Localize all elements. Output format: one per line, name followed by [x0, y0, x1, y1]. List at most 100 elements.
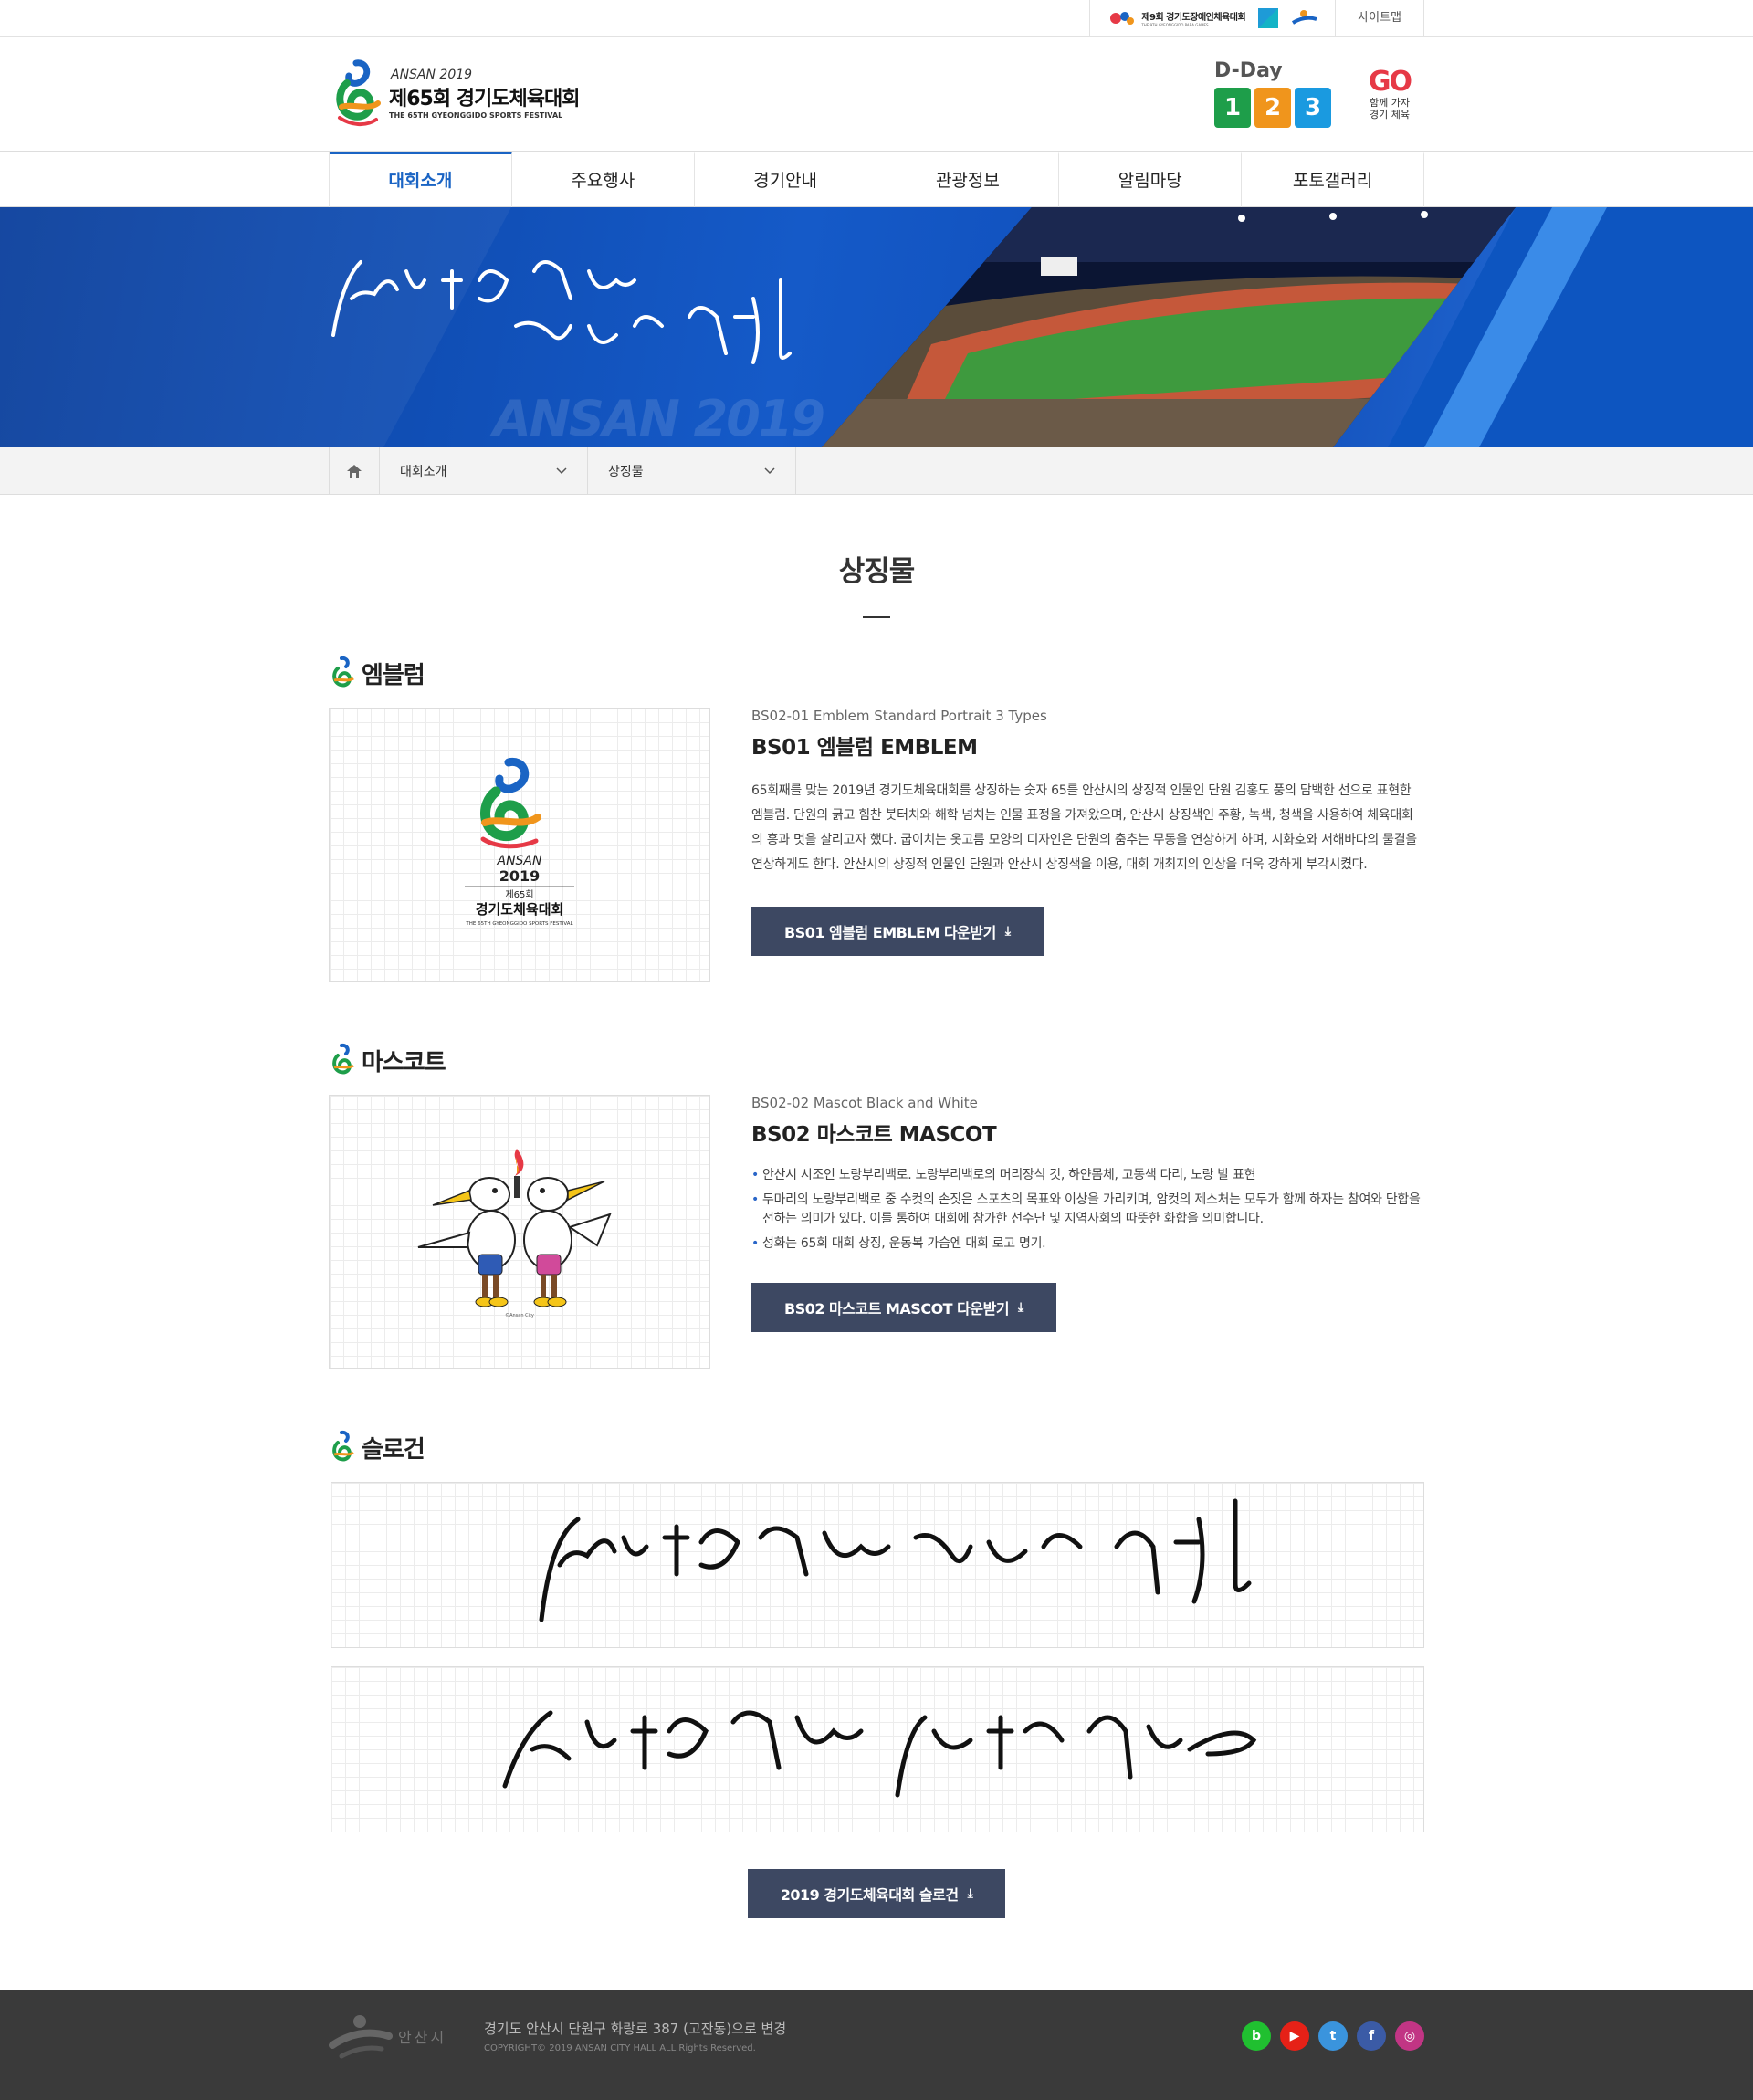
home-button[interactable]: [329, 447, 380, 495]
footer-logo: 안산시: [329, 2009, 484, 2063]
main-navigation: 대회소개 주요행사 경기안내 관광정보 알림마당 포토갤러리: [0, 151, 1753, 207]
emblem-bullet-icon: [332, 656, 354, 688]
brand-title: 제65회 경기도체육대회: [389, 88, 580, 110]
para-games-sub: THE 9TH GYEONGGIDO PARA GAMES: [1141, 23, 1209, 27]
home-icon: [347, 465, 362, 478]
mascot-caption: ©Ansan City: [505, 1312, 534, 1318]
gyeonggi-logo-icon[interactable]: [1254, 6, 1282, 30]
depth2-select[interactable]: 상징물: [588, 447, 796, 495]
slogan-calligraphy-1: [539, 1498, 1252, 1622]
d-day-digit: 1: [1214, 88, 1251, 128]
slogan-bullet-icon: [332, 1430, 354, 1462]
depth1-select[interactable]: 대회소개: [380, 447, 588, 495]
slogan-download-button[interactable]: 2019 경기도체육대회 슬로건 ⤓: [747, 1869, 1006, 1918]
mascot-item: ©Ansan City BS02-02 Mascot Black and Whi…: [329, 1095, 1424, 1369]
chevron-down-icon: [764, 467, 775, 475]
gnb-item[interactable]: 알림마당: [1059, 152, 1243, 207]
d-day-digit: 2: [1254, 88, 1291, 128]
mascot-description-item: 안산시 시조인 노랑부리백로. 노랑부리백로의 머리장식 깃, 하얀몸체, 고동…: [751, 1166, 1424, 1185]
gnb-item[interactable]: 관광정보: [876, 152, 1060, 207]
festival-emblem-icon: [336, 58, 381, 126]
footer-copyright: COPYRIGHT© 2019 ANSAN CITY HALL ALL Righ…: [484, 2043, 756, 2053]
emblem-year-text: 2019: [499, 867, 541, 885]
ansan-city-logo-icon[interactable]: [1291, 6, 1318, 30]
banner-slogan-calligraphy: [331, 260, 792, 364]
brand-ansan-label: ANSAN 2019: [391, 68, 473, 82]
slogan-image-1: [331, 1482, 1424, 1648]
sns-links: b ▶ t f ◎: [1242, 2021, 1424, 2051]
ansan-city-logo-icon: [329, 2015, 393, 2059]
stadium-photo: [822, 207, 1516, 447]
depth2-label: 상징물: [608, 465, 644, 479]
brand-subtitle: THE 65TH GYEONGGIDO SPORTS FESTIVAL: [389, 111, 563, 120]
sitemap-link[interactable]: 사이트맵: [1335, 0, 1424, 37]
slogan-section-heading: 슬로건: [329, 1429, 1424, 1465]
emblem-description: 65회째를 맞는 2019년 경기도체육대회를 상징하는 숫자 65를 안산시의…: [751, 783, 1417, 872]
instagram-icon[interactable]: ◎: [1395, 2021, 1424, 2051]
footer-logo-text: 안산시: [398, 2029, 447, 2046]
youtube-icon[interactable]: ▶: [1280, 2021, 1309, 2051]
utility-bar: 제9회 경기도장애인체육대회 THE 9TH GYEONGGIDO PARA G…: [0, 0, 1753, 37]
download-icon: ⤓: [1004, 924, 1011, 939]
mascot-description-list: 안산시 시조인 노랑부리백로. 노랑부리백로의 머리장식 깃, 하얀몸체, 고동…: [751, 1166, 1424, 1254]
emblem-artwork: ANSAN 2019 제65회 경기도체육대회 THE 65TH GYEONGG…: [465, 757, 574, 927]
gnb-item[interactable]: 경기안내: [695, 152, 877, 207]
emblem-ansan-text: ANSAN: [497, 854, 543, 868]
page-title: 상징물: [838, 555, 916, 588]
mascot-section-heading: 마스코트: [329, 1042, 1424, 1078]
mascot-download-label: BS02 마스코트 MASCOT 다운받기: [784, 1300, 1010, 1318]
download-icon: ⤓: [967, 1886, 973, 1901]
location-bar: 대회소개 상징물: [0, 447, 1753, 495]
d-day-label: D-Day: [1214, 59, 1283, 82]
download-icon: ⤓: [1018, 1300, 1023, 1315]
emblem-download-label: BS01 엠블럼 EMBLEM 다운받기: [784, 924, 996, 941]
slogan-heading: 슬로건: [362, 1435, 425, 1464]
site-header: ANSAN 2019 제65회 경기도체육대회 THE 65TH GYEONGG…: [0, 37, 1753, 151]
mascot-image: ©Ansan City: [329, 1095, 710, 1369]
emblem-times-text: 제65회: [505, 889, 533, 900]
emblem-title-text: 경기도체육대회: [476, 901, 564, 918]
emblem-sub-text: THE 65TH GYEONGGIDO SPORTS FESTIVAL: [465, 921, 573, 927]
chevron-down-icon: [556, 467, 567, 475]
mascot-code: BS02-02 Mascot Black and White: [751, 1095, 978, 1111]
blog-icon[interactable]: b: [1242, 2021, 1271, 2051]
mascot-description-item: 두마리의 노랑부리백로 중 수컷의 손짓은 스포츠의 목표와 이상을 가리키며,…: [751, 1191, 1424, 1229]
mascot-bullet-icon: [332, 1043, 354, 1075]
banner-ghost-text: ANSAN 2019: [493, 390, 825, 447]
site-logo[interactable]: ANSAN 2019 제65회 경기도체육대회 THE 65TH GYEONGG…: [329, 56, 580, 132]
mascot-artwork: ©Ansan City: [417, 1149, 612, 1318]
gnb-item[interactable]: 주요행사: [512, 152, 695, 207]
mascot-description-item: 성화는 65회 대회 상징, 운동복 가슴엔 대회 로고 명기.: [751, 1234, 1424, 1254]
go-logo-text: GO: [1368, 65, 1412, 98]
d-day-counter: D-Day 123: [1214, 59, 1331, 128]
go-logo-sub2: 경기 체육: [1370, 108, 1410, 121]
gnb-item[interactable]: 포토갤러리: [1242, 152, 1424, 207]
emblem-heading: 엠블럼: [362, 661, 425, 689]
title-divider: [863, 616, 890, 618]
facebook-icon[interactable]: f: [1357, 2021, 1386, 2051]
related-sites: 제9회 경기도장애인체육대회 THE 9TH GYEONGGIDO PARA G…: [1089, 0, 1335, 37]
emblem-section-heading: 엠블럼: [329, 655, 1424, 691]
sub-visual-banner: ANSAN 2019: [0, 207, 1753, 447]
mascot-heading: 마스코트: [362, 1048, 446, 1076]
go-logo-sub1: 함께 가자: [1370, 96, 1410, 109]
slogan-download-label: 2019 경기도체육대회 슬로건: [780, 1886, 959, 1904]
main-content: 상징물 엠블럼 ANSAN 2019 제65회 경기도체육대회 THE 65TH…: [0, 495, 1753, 1918]
slogan-calligraphy-2: [502, 1710, 1257, 1798]
mascot-name: BS02 마스코트 MASCOT: [751, 1123, 997, 1147]
emblem-code: BS02-01 Emblem Standard Portrait 3 Types: [751, 708, 1047, 724]
emblem-download-button[interactable]: BS01 엠블럼 EMBLEM 다운받기 ⤓: [751, 907, 1044, 956]
twitter-icon[interactable]: t: [1318, 2021, 1348, 2051]
emblem-name: BS01 엠블럼 EMBLEM: [751, 736, 978, 760]
emblem-item: ANSAN 2019 제65회 경기도체육대회 THE 65TH GYEONGG…: [329, 708, 1424, 982]
para-games-link[interactable]: 제9회 경기도장애인체육대회 THE 9TH GYEONGGIDO PARA G…: [1107, 7, 1246, 29]
slogan-image-2: [331, 1666, 1424, 1832]
footer-address: 경기도 안산시 단원구 화랑로 387 (고잔동)으로 변경: [484, 2021, 787, 2037]
d-day-digit: 3: [1295, 88, 1331, 128]
gnb-item[interactable]: 대회소개: [330, 152, 512, 207]
mascot-download-button[interactable]: BS02 마스코트 MASCOT 다운받기 ⤓: [751, 1283, 1056, 1332]
go-campaign-logo[interactable]: GO 함께 가자 경기 체육: [1355, 65, 1424, 121]
site-footer: 안산시 경기도 안산시 단원구 화랑로 387 (고잔동)으로 변경 COPYR…: [0, 1990, 1753, 2100]
depth1-label: 대회소개: [400, 465, 447, 479]
go-logo-word: GO: [1368, 65, 1412, 98]
